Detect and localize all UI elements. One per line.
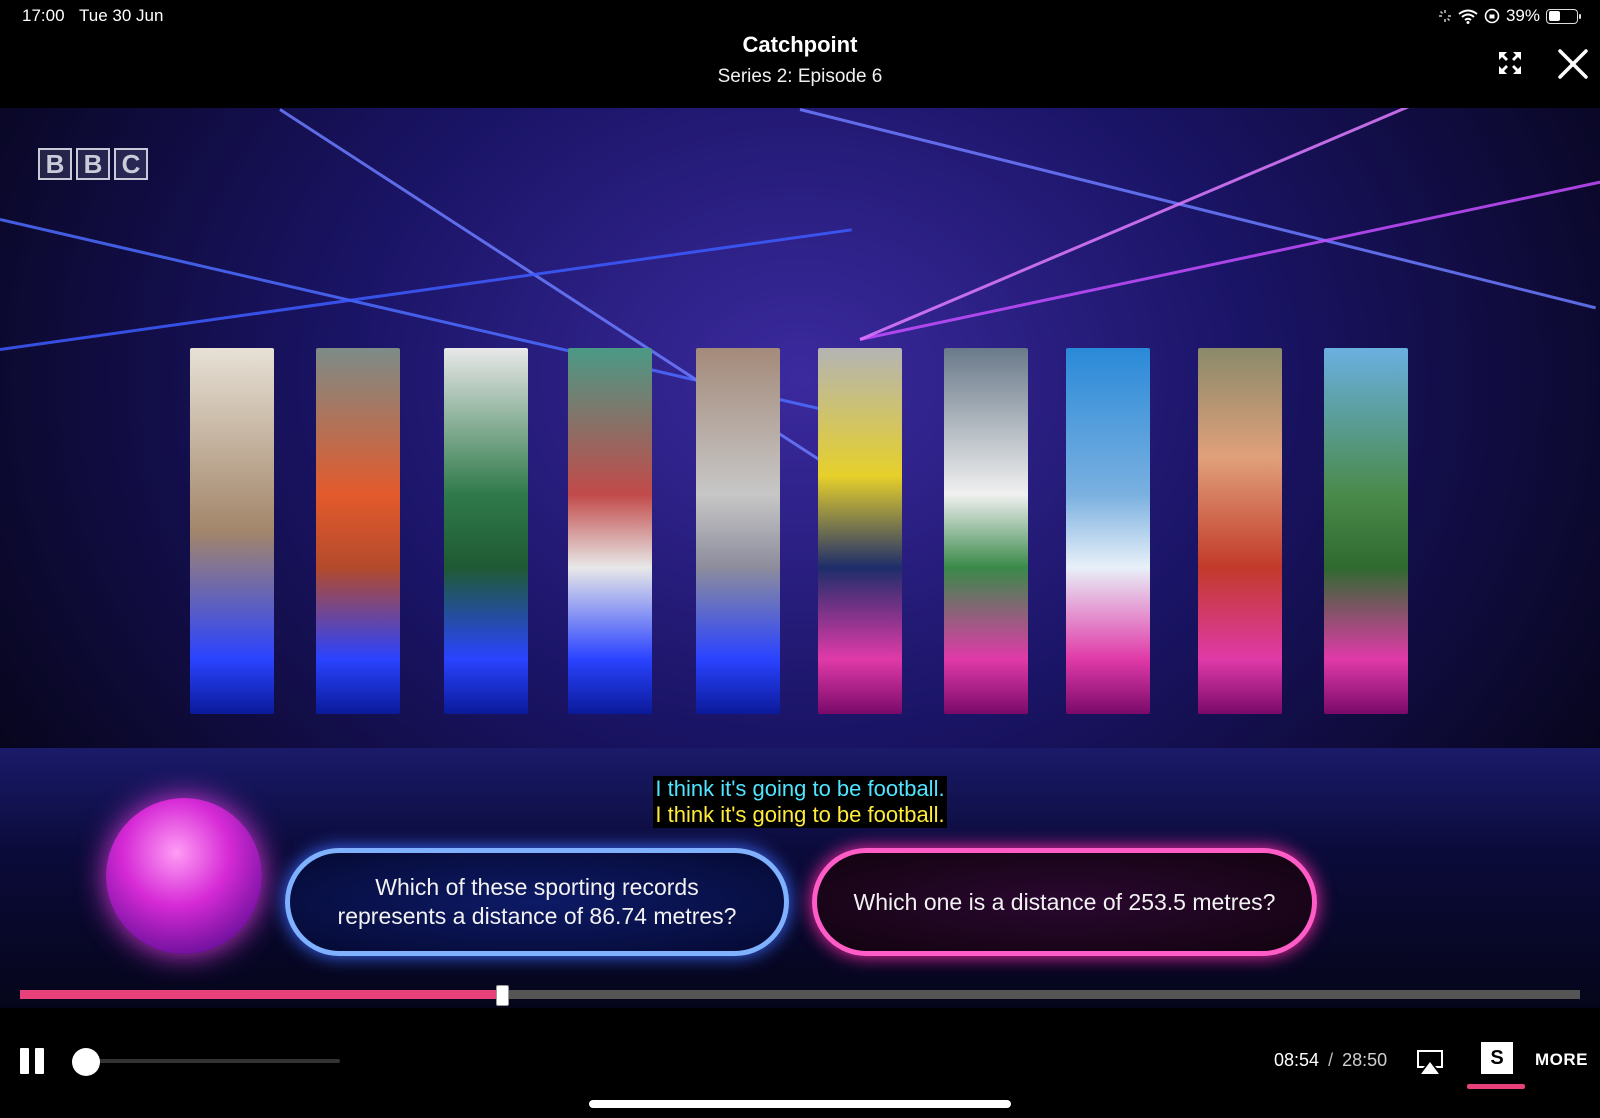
screen-panel — [818, 348, 902, 714]
battery-icon — [1546, 8, 1581, 24]
laser-beam — [859, 171, 1600, 341]
question-left-line1: Which of these sporting records — [375, 874, 699, 900]
scrubber-handle[interactable] — [496, 985, 510, 1006]
pause-button[interactable] — [20, 1048, 46, 1074]
airplay-button[interactable] — [1414, 1048, 1446, 1076]
status-bar: 17:00 Tue 30 Jun 39% — [0, 0, 1600, 30]
elapsed-time: 08:54 — [1274, 1050, 1320, 1070]
screen-panel — [944, 348, 1028, 714]
wifi-icon — [1458, 9, 1478, 24]
header: Catchpoint Series 2: Episode 6 — [0, 32, 1600, 88]
total-duration: 28:50 — [1342, 1050, 1388, 1070]
subtitles-active-indicator — [1467, 1084, 1525, 1089]
status-indicators: 39% — [1438, 6, 1581, 26]
question-left-line2: represents a distance of 86.74 metres? — [337, 903, 737, 929]
screen-panel — [1066, 348, 1150, 714]
caption-line-1: I think it's going to be football. — [653, 776, 947, 802]
bbc-logo: B B C — [38, 148, 148, 180]
close-icon — [1558, 49, 1588, 79]
episode-subtitle: Series 2: Episode 6 — [717, 66, 883, 87]
volume-slider[interactable] — [82, 1059, 340, 1063]
playback-scrubber[interactable] — [20, 985, 1580, 1006]
expand-button[interactable] — [1495, 48, 1525, 78]
time-readout: 08:54 / 28:50 — [1274, 1050, 1387, 1071]
orientation-lock-icon — [1484, 8, 1500, 24]
screen-panel — [190, 348, 274, 714]
pause-icon — [35, 1048, 44, 1074]
screen-panel — [444, 348, 528, 714]
subtitle-captions: I think it's going to be football. I thi… — [0, 776, 1600, 828]
bbc-logo-letter: B — [76, 148, 110, 180]
video-player[interactable]: B B C Which of these sporting records re… — [0, 108, 1600, 1008]
home-indicator[interactable] — [589, 1100, 1011, 1108]
question-right: Which one is a distance of 253.5 metres? — [812, 848, 1317, 956]
screen-panel — [316, 348, 400, 714]
playback-progress-fill — [20, 990, 503, 999]
question-right-text: Which one is a distance of 253.5 metres? — [853, 888, 1276, 915]
time-separator: / — [1328, 1050, 1334, 1070]
battery-percent: 39% — [1505, 6, 1540, 25]
programme-title: Catchpoint — [742, 32, 858, 57]
screen-panel — [568, 348, 652, 714]
more-button[interactable]: MORE — [1535, 1050, 1588, 1070]
screen-panel — [1198, 348, 1282, 714]
close-button[interactable] — [1556, 47, 1590, 81]
pause-icon — [20, 1048, 29, 1074]
caption-line-2: I think it's going to be football. — [653, 802, 947, 828]
activity-icon — [1438, 10, 1451, 22]
bbc-logo-letter: B — [38, 148, 72, 180]
status-date: Tue 30 Jun — [79, 6, 164, 25]
screen-panel — [1324, 348, 1408, 714]
screen-panel — [696, 348, 780, 714]
volume-knob[interactable] — [72, 1048, 100, 1076]
question-left: Which of these sporting records represen… — [285, 848, 789, 956]
airplay-icon — [1417, 1050, 1443, 1074]
subtitles-toggle-button[interactable]: S — [1481, 1042, 1513, 1074]
expand-icon — [1499, 52, 1521, 74]
bbc-logo-letter: C — [114, 148, 148, 180]
status-time: 17:00 — [22, 6, 65, 25]
